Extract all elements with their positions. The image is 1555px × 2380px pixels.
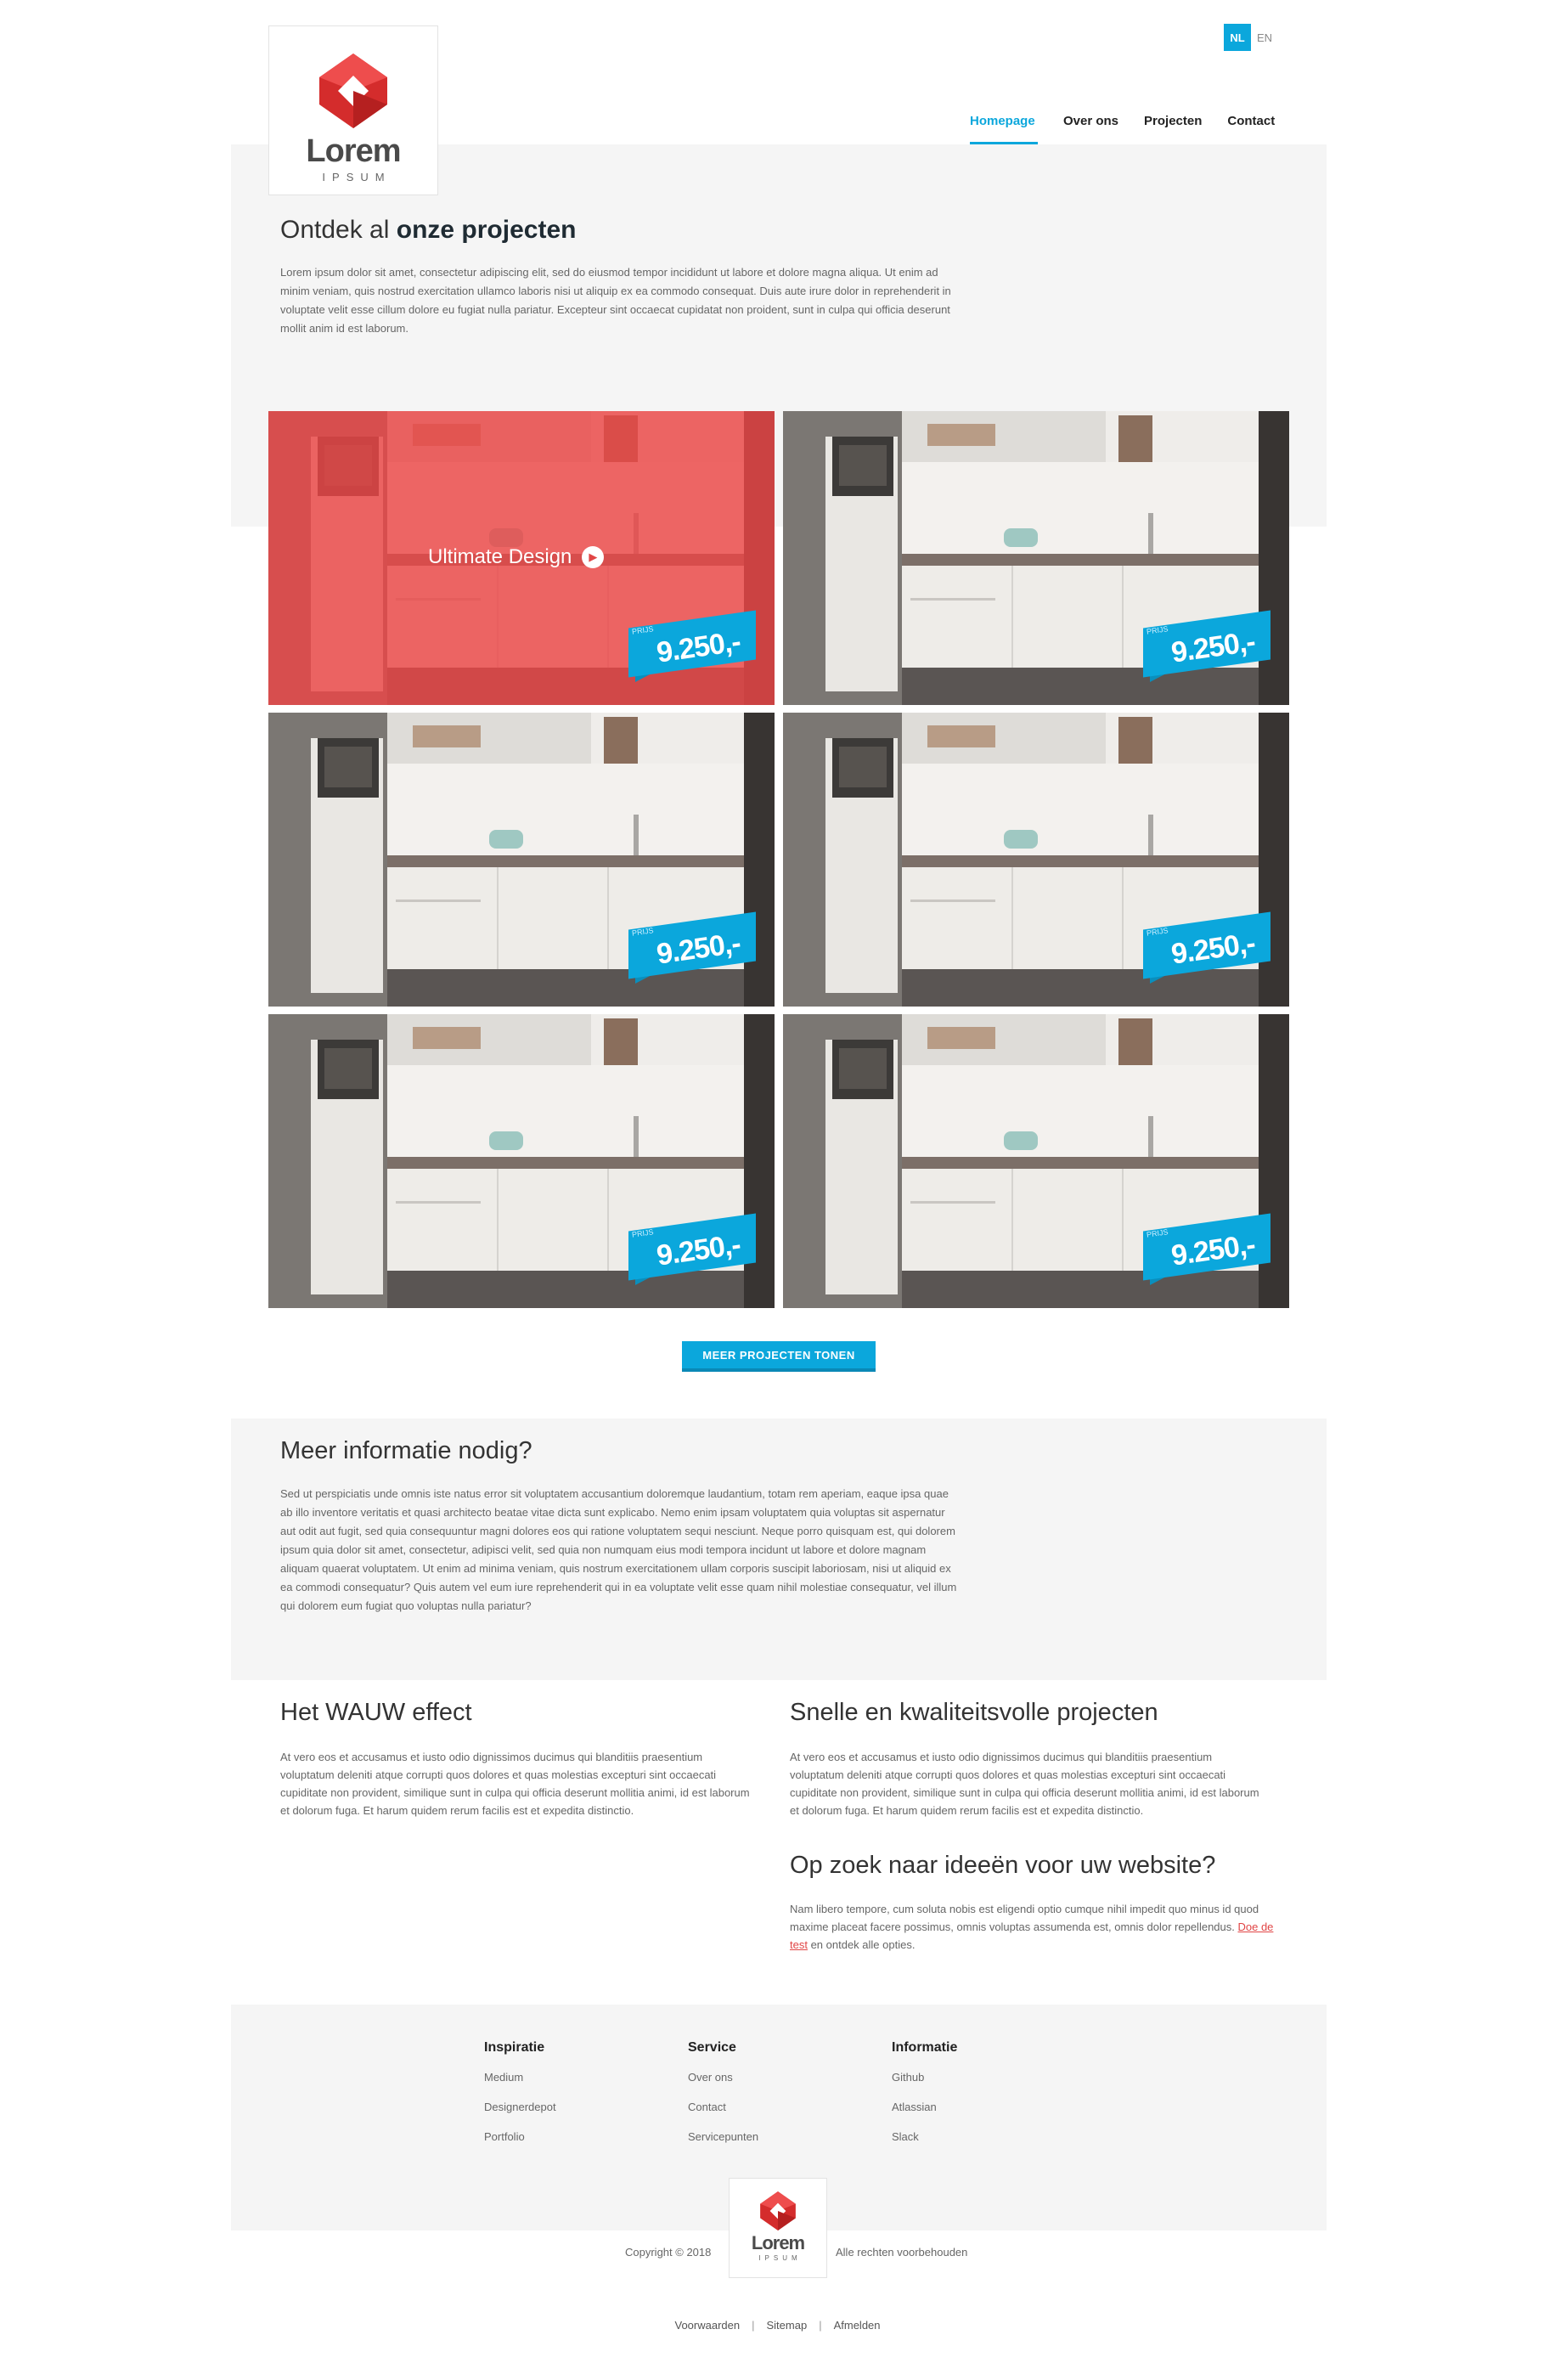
logo-tagline: IPSUM <box>322 171 392 183</box>
more-projects-button[interactable]: MEER PROJECTEN TONEN <box>682 1341 876 1372</box>
footer-link[interactable]: Over ons <box>688 2071 758 2084</box>
footer-link[interactable]: Slack <box>892 2130 957 2143</box>
info-text: Sed ut perspiciatis unde omnis iste natu… <box>280 1487 957 1612</box>
logo-mark-icon <box>319 54 387 128</box>
project-card[interactable]: Ultimate Design ▶ PRIJS 9.250,- <box>268 411 775 705</box>
overlay-link[interactable]: Ultimate Design ▶ <box>428 545 605 569</box>
price-badge: PRIJS 9.250,- <box>1136 1213 1270 1287</box>
snel-title: Snelle en kwaliteitsvolle projecten <box>790 1699 1158 1726</box>
ideeen-text-before: Nam libero tempore, cum soluta nobis est… <box>790 1903 1259 1933</box>
separator: | <box>819 2319 822 2332</box>
site-logo[interactable]: Lorem IPSUM <box>268 25 438 195</box>
footer-link[interactable]: Medium <box>484 2071 556 2084</box>
bottom-links: Voorwaarden | Sitemap | Afmelden <box>0 2319 1555 2332</box>
ideeen-title: Op zoek naar ideeën voor uw website? <box>790 1852 1216 1879</box>
info-title: Meer informatie nodig? <box>280 1437 532 1464</box>
language-nl[interactable]: NL <box>1224 24 1251 51</box>
main-nav: Homepage Over ons Projecten Contact <box>970 102 1275 144</box>
wauw-text: At vero eos et accusamus et iusto odio d… <box>280 1751 750 1817</box>
footer-heading: Inspiratie <box>484 2040 545 2055</box>
price-badge: PRIJS 9.250,- <box>1136 911 1270 985</box>
ideeen-text: Nam libero tempore, cum soluta nobis est… <box>790 1900 1282 1954</box>
hero-title-light: Ontdek al <box>280 216 397 244</box>
price-badge: PRIJS 9.250,- <box>622 911 756 985</box>
rights-text: Alle rechten voorbehouden <box>836 2246 968 2259</box>
hero-title-bold: onze projecten <box>396 216 577 244</box>
footer-logo[interactable]: Lorem IPSUM <box>729 2178 827 2278</box>
overlay-label: Ultimate Design <box>428 545 572 568</box>
logo-mark-icon <box>760 2191 796 2231</box>
footer-link[interactable]: Portfolio <box>484 2130 556 2143</box>
logo-tagline: IPSUM <box>758 2254 802 2262</box>
logo-wordmark: Lorem <box>306 133 401 169</box>
footer-link[interactable]: Github <box>892 2071 957 2084</box>
footer-link[interactable]: Servicepunten <box>688 2130 758 2143</box>
hero-text: Lorem ipsum dolor sit amet, consectetur … <box>280 266 951 335</box>
price-badge: PRIJS 9.250,- <box>622 610 756 684</box>
footer-heading: Informatie <box>892 2040 958 2055</box>
wauw-title: Het WAUW effect <box>280 1699 472 1726</box>
footer-link[interactable]: Contact <box>688 2101 758 2113</box>
project-card[interactable]: PRIJS 9.250,- <box>268 1014 775 1308</box>
nav-homepage[interactable]: Homepage <box>970 102 1038 144</box>
footer-link[interactable]: Designerdepot <box>484 2101 556 2113</box>
nav-projecten[interactable]: Projecten <box>1144 102 1202 144</box>
footer-column-informatie: Informatie Github Atlassian Slack <box>892 2040 957 2160</box>
footer-link[interactable]: Atlassian <box>892 2101 957 2113</box>
footer-column-service: Service Over ons Contact Servicepunten <box>688 2040 758 2160</box>
price-badge: PRIJS 9.250,- <box>622 1213 756 1287</box>
ideeen-text-after: en ontdek alle opties. <box>807 1938 916 1951</box>
footer-heading: Service <box>688 2040 736 2055</box>
arrow-right-icon: ▶ <box>582 546 605 568</box>
nav-over-ons[interactable]: Over ons <box>1063 102 1118 144</box>
snel-text: At vero eos et accusamus et iusto odio d… <box>790 1751 1259 1817</box>
price-badge: PRIJS 9.250,- <box>1136 610 1270 684</box>
voorwaarden-link[interactable]: Voorwaarden <box>674 2319 740 2332</box>
hero-title: Ontdek al onze projecten <box>280 216 576 245</box>
project-card[interactable]: PRIJS 9.250,- <box>783 411 1289 705</box>
project-card[interactable]: PRIJS 9.250,- <box>783 713 1289 1007</box>
afmelden-link[interactable]: Afmelden <box>834 2319 881 2332</box>
language-en[interactable]: EN <box>1251 24 1278 51</box>
project-card[interactable]: PRIJS 9.250,- <box>268 713 775 1007</box>
separator: | <box>752 2319 755 2332</box>
copyright: Copyright © 2018 <box>625 2246 712 2259</box>
footer-column-inspiratie: Inspiratie Medium Designerdepot Portfoli… <box>484 2040 556 2160</box>
logo-wordmark: Lorem <box>751 2232 805 2253</box>
project-card[interactable]: PRIJS 9.250,- <box>783 1014 1289 1308</box>
nav-contact[interactable]: Contact <box>1227 102 1275 144</box>
sitemap-link[interactable]: Sitemap <box>767 2319 808 2332</box>
